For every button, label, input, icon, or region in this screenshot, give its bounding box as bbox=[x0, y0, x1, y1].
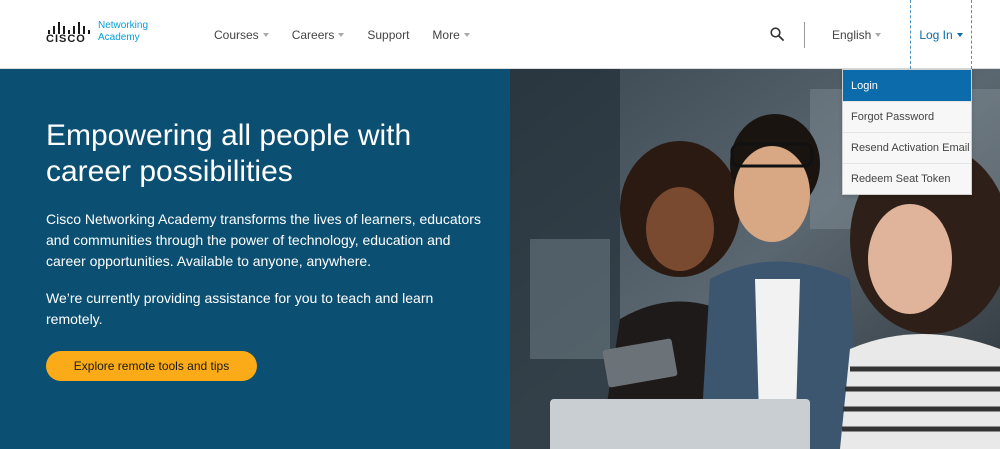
login-menu-item-redeem-seat-token[interactable]: Redeem Seat Token bbox=[843, 163, 971, 194]
caret-down-icon bbox=[875, 33, 882, 37]
site-header: CISCO Networking Academy Courses Careers… bbox=[0, 0, 1000, 69]
caret-down-icon bbox=[956, 32, 963, 37]
main-nav: Courses Careers Support More bbox=[214, 0, 493, 69]
login-dropdown-menu: Login Forgot Password Resend Activation … bbox=[842, 69, 972, 195]
hero-title: Empowering all people with career possib… bbox=[46, 119, 412, 188]
cisco-bridge-icon bbox=[48, 20, 92, 34]
caret-down-icon bbox=[463, 32, 470, 37]
hero-description: Cisco Networking Academy transforms the … bbox=[46, 211, 481, 269]
nav-more[interactable]: More bbox=[432, 28, 470, 42]
language-selector[interactable]: English bbox=[832, 28, 882, 42]
login-menu-item-resend-activation[interactable]: Resend Activation Email bbox=[843, 132, 971, 163]
login-menu-item-forgot-password[interactable]: Forgot Password bbox=[843, 101, 971, 132]
networking-academy-label: Networking Academy bbox=[98, 20, 149, 43]
hero-remote-note: We’re currently providing assistance for… bbox=[46, 290, 434, 327]
login-dropdown-toggle[interactable]: Log In bbox=[910, 0, 972, 69]
nav-support[interactable]: Support bbox=[367, 28, 409, 42]
caret-down-icon bbox=[338, 32, 345, 37]
nav-courses[interactable]: Courses bbox=[214, 28, 269, 42]
hero-text-panel: Empowering all people with career possib… bbox=[0, 69, 510, 449]
cisco-wordmark: CISCO bbox=[46, 33, 86, 45]
nav-careers[interactable]: Careers bbox=[292, 28, 345, 42]
login-menu-item-login[interactable]: Login bbox=[843, 70, 971, 101]
explore-remote-tools-button[interactable]: Explore remote tools and tips bbox=[46, 351, 257, 381]
cisco-networking-academy-logo[interactable]: CISCO Networking Academy bbox=[46, 20, 156, 48]
header-divider bbox=[804, 22, 805, 48]
caret-down-icon bbox=[262, 32, 269, 37]
search-icon[interactable] bbox=[770, 27, 784, 41]
